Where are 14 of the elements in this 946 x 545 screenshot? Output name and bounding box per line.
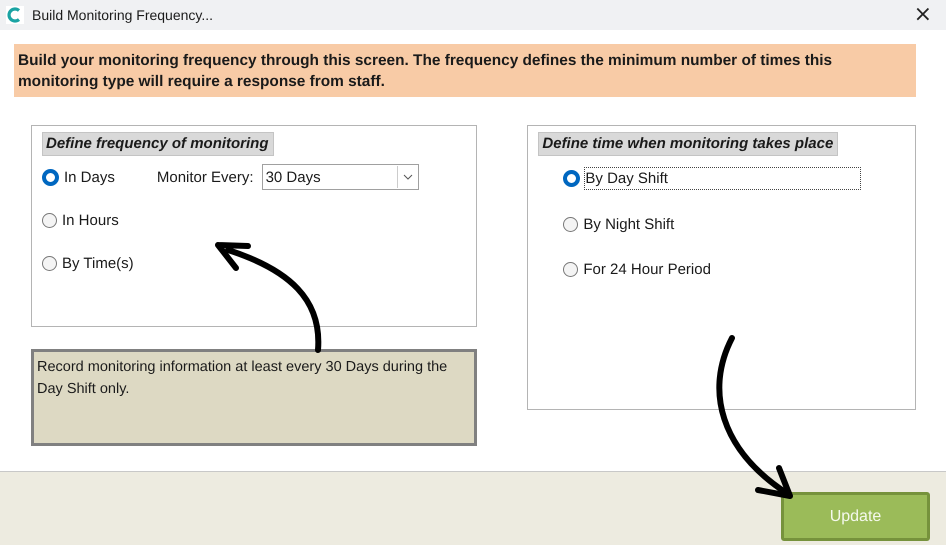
radio-label[interactable]: By Time(s) [62,253,134,274]
radio-label[interactable]: In Hours [62,210,119,231]
field-label: Monitor Every: [156,168,254,186]
radio-label[interactable]: By Day Shift [585,168,860,189]
window-title: Build Monitoring Frequency... [32,7,214,23]
radio-label[interactable]: In Days [64,166,115,188]
group-title: Define time when monitoring takes place [538,132,838,156]
close-button[interactable]: × [908,4,938,26]
radio-label[interactable]: For 24 Hour Period [583,259,711,280]
interval-dropdown[interactable]: 30 Days [262,164,419,190]
summary-text: Record monitoring information at least every 30 Days during the Day Shift only. [31,349,478,446]
info-banner: Build your monitoring frequency through this screen. The frequency defines the minimum number of times this monitoring type will require a response from staff. [14,44,916,97]
group-title: Define frequency of monitoring [42,132,274,156]
radio-label[interactable]: By Night Shift [583,214,674,235]
